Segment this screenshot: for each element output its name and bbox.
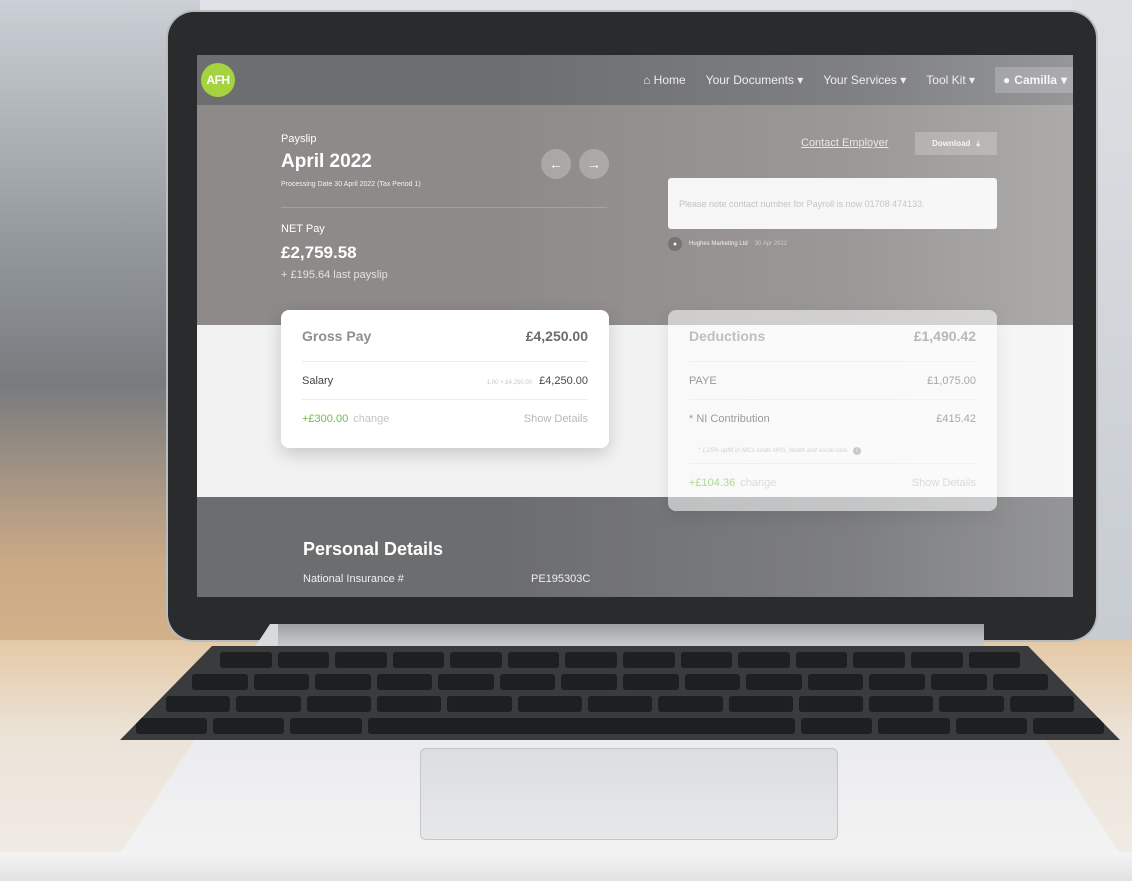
table-row: * NI Contribution £415.42 [689,400,976,438]
info-icon[interactable]: i [852,446,861,455]
net-pay-amount: £2,759.58 [281,243,357,262]
salary-label: Salary [302,374,334,387]
nav-your-documents[interactable]: Your Documents ▾ [706,73,804,87]
nav-documents-label: Your Documents [705,73,794,87]
user-icon: ● [668,237,682,251]
nav-home-label: Home [653,73,686,87]
caret-down-icon: ▾ [969,73,976,87]
nav-toolkit-label: Tool Kit [926,73,966,87]
gross-pay-card: Gross Pay £4,250.00 Salary 1.00 × £4,250… [281,310,609,448]
gross-change-amount: +£300.00 [302,413,349,425]
net-pay-label: NET Pay [281,223,325,235]
laptop-front-edge [0,852,1132,881]
nic-note: * 1.25% uplift in NICs funds NHS, health… [689,438,976,464]
gross-pay-total: £4,250.00 [525,327,588,344]
nav-home[interactable]: ⌂ Home [643,73,686,87]
brand-logo[interactable]: AFH [201,63,235,97]
salary-value: £4,250.00 [539,374,588,387]
paye-label: PAYE [689,374,717,387]
processing-date: Processing Date 30 April 2022 (Tax Perio… [281,181,421,188]
laptop-trackpad [420,748,838,840]
personal-details-title: Personal Details [303,539,444,559]
notice-sender: ● Hughes Marketing Ltd 30 Apr 2022 [668,237,787,251]
gross-pay-title: Gross Pay [302,327,372,344]
download-icon: ⤓ [976,138,980,148]
deductions-change-label: change [740,477,777,489]
ni-contribution-value: £415.42 [936,413,976,425]
laptop-keyboard [120,646,1120,740]
user-menu[interactable]: ● Camilla ▾ [995,67,1073,93]
deductions-total: £1,490.42 [913,327,976,344]
deductions-card: Deductions £1,490.42 PAYE £1,075.00 * NI… [668,310,997,511]
nav-tool-kit[interactable]: Tool Kit ▾ [926,73,975,87]
ni-number-value: PE195303C [531,573,591,585]
table-row: PAYE £1,075.00 [689,362,976,400]
table-row: Salary 1.00 × £4,250.00 £4,250.00 [302,362,588,400]
salary-quantity: 1.00 × £4,250.00 [486,379,532,386]
arrow-left-icon: ← [549,156,563,172]
paye-value: £1,075.00 [927,374,976,387]
download-label: Download [932,139,971,148]
contact-employer-link[interactable]: Contact Employer [801,137,888,149]
gross-change-label: change [353,413,390,425]
caret-down-icon: ▾ [900,73,907,87]
user-name: Camilla [1014,73,1057,87]
header-divider [281,207,607,208]
employer-notice: Please note contact number for Payroll i… [668,178,997,229]
download-button[interactable]: Download ⤓ [915,132,997,155]
nav-services-label: Your Services [823,73,897,87]
gross-show-details-link[interactable]: Show Details [524,413,588,425]
top-navbar: AFH ⌂ Home Your Documents ▾ Your Service… [197,55,1073,105]
deductions-show-details-link[interactable]: Show Details [912,477,976,489]
deductions-change-amount: +£104.36 [689,477,736,489]
arrow-right-icon: → [587,156,601,172]
notice-text: Please note contact number for Payroll i… [679,198,925,209]
ni-contribution-label: * NI Contribution [689,413,770,425]
home-icon: ⌂ [643,73,654,87]
deductions-title: Deductions [689,327,766,344]
ni-number-label: National Insurance # [303,573,404,585]
laptop-screen: AFH ⌂ Home Your Documents ▾ Your Service… [197,55,1073,597]
next-payslip-button[interactable]: → [579,149,609,179]
net-pay-difference: + £195.64 last payslip [281,269,388,281]
user-icon: ● [1003,73,1011,87]
previous-payslip-button[interactable]: ← [541,149,571,179]
page-title: April 2022 [281,151,372,172]
nav-your-services[interactable]: Your Services ▾ [823,73,906,87]
payslip-label: Payslip [281,133,317,145]
caret-down-icon: ▾ [797,73,804,87]
nic-note-text: * 1.25% uplift in NICs funds NHS, health… [698,447,849,454]
laptop-hinge [278,624,984,646]
sender-name: Hughes Marketing Ltd [689,241,748,247]
notice-date: 30 Apr 2022 [754,241,788,247]
caret-down-icon: ▾ [1060,73,1067,87]
